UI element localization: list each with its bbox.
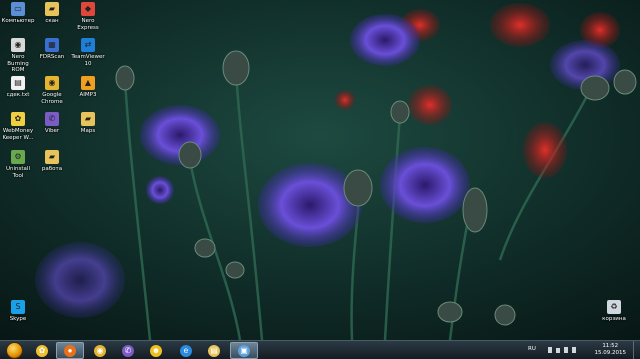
desktop-icon-label: скан <box>45 18 59 24</box>
desktop-icon-fdrscan[interactable]: ▦ FDRScan <box>34 38 70 61</box>
folder-icon: ▰ <box>81 112 95 126</box>
desktop-icon-computer[interactable]: ▭ Компьютер <box>0 2 36 25</box>
desktop-icon-nero-burning-rom[interactable]: ◉ Nero Burning ROM <box>0 38 36 74</box>
desktop-icon-nero-express[interactable]: ◆ Nero Express <box>70 2 106 31</box>
desktop-icon-label: сдек.txt <box>6 92 30 98</box>
volume-icon[interactable] <box>564 347 568 353</box>
webmoney-taskbar-icon: ✿ <box>36 344 48 357</box>
taskbar-button-remote-desktop[interactable]: ▣ <box>230 342 258 359</box>
desktop-icon-uninstall-tool[interactable]: ⚙ Uninstall Tool <box>0 150 36 179</box>
chrome-taskbar-icon: ◉ <box>94 344 106 357</box>
show-desktop-button[interactable] <box>633 341 640 359</box>
internet-explorer-icon: e <box>180 344 192 357</box>
remote-desktop-icon: ▣ <box>238 344 250 357</box>
teamviewer-icon: ⇄ <box>81 38 95 52</box>
desktop-icon-viber[interactable]: ✆ Viber <box>34 112 70 135</box>
system-tray: RU 11:52 15.09.2015 <box>520 341 640 359</box>
nero-burning-rom-icon: ◉ <box>11 38 25 52</box>
language-indicator[interactable]: RU <box>528 346 536 352</box>
viber-taskbar-icon: ✆ <box>122 344 134 357</box>
clock[interactable]: 11:52 15.09.2015 <box>595 343 627 357</box>
firefox-icon: ● <box>64 344 76 357</box>
desktop-icon-aimp[interactable]: ▲ AIMP3 <box>70 76 106 99</box>
taskbar-button-file-explorer[interactable]: ▤ <box>200 342 228 359</box>
desktop-icon-label: Компьютер <box>1 18 35 24</box>
recycle-bin-icon: ♻ <box>607 300 621 314</box>
desktop-icon-chrome[interactable]: ◉ Google Chrome <box>34 76 70 105</box>
desktop-icon-label: Google Chrome <box>41 92 63 105</box>
uninstall-tool-icon: ⚙ <box>11 150 25 164</box>
desktop-icon-label: Maps <box>80 128 96 134</box>
network-icon[interactable] <box>556 348 560 353</box>
desktop-icon-recycle-bin[interactable]: ♻ корзина <box>596 300 632 323</box>
desktop-icon-text-file[interactable]: ▤ сдек.txt <box>0 76 36 99</box>
desktop-icon-label: работа <box>41 166 63 172</box>
desktop-icon-folder[interactable]: ▰ Maps <box>70 112 106 135</box>
desktop-icon-label: TeamViewer 10 <box>71 54 105 67</box>
start-button[interactable] <box>2 341 26 359</box>
nero-express-icon: ◆ <box>81 2 95 16</box>
desktop-icon-webmoney[interactable]: ✿ WebMoney Keeper W... <box>0 112 36 141</box>
desktop-icon-label: Viber <box>44 128 60 134</box>
chrome-icon: ◉ <box>45 76 59 90</box>
desktop-icon-label: WebMoney Keeper W... <box>2 128 34 141</box>
file-explorer-icon: ▤ <box>208 344 220 357</box>
action-center-flag-icon[interactable] <box>572 347 576 353</box>
webmoney-icon: ✿ <box>11 112 25 126</box>
clock-time: 11:52 <box>602 343 619 349</box>
desktop-icon-label: Skype <box>9 316 27 322</box>
desktop-icon-skype[interactable]: S Skype <box>0 300 36 323</box>
taskbar-button-messenger[interactable]: ☻ <box>142 342 170 359</box>
taskbar-button-chrome-taskbar[interactable]: ◉ <box>86 342 114 359</box>
desktop-icon-label: Nero Burning ROM <box>7 54 29 73</box>
desktop-icon-teamviewer[interactable]: ⇄ TeamViewer 10 <box>70 38 106 67</box>
folder-icon: ▰ <box>45 150 59 164</box>
tray-expand-icon[interactable] <box>548 347 552 353</box>
text-file-icon: ▤ <box>11 76 25 90</box>
desktop-icon-label: AIMP3 <box>79 92 97 98</box>
taskbar-button-internet-explorer[interactable]: e <box>172 342 200 359</box>
fdrscan-icon: ▦ <box>45 38 59 52</box>
aimp-icon: ▲ <box>81 76 95 90</box>
messenger-icon: ☻ <box>150 344 162 357</box>
taskbar-button-webmoney-taskbar[interactable]: ✿ <box>28 342 56 359</box>
taskbar: ✿ ● ◉ ✆ ☻ e ▤ ▣ RU 11:52 15.09.2015 <box>0 340 640 359</box>
desktop-icon-folder[interactable]: ▰ скан <box>34 2 70 25</box>
folder-icon: ▰ <box>45 2 59 16</box>
desktop-icon-label: корзина <box>602 316 626 322</box>
desktop-icon-label: Nero Express <box>77 18 99 31</box>
taskbar-button-firefox[interactable]: ● <box>56 342 84 359</box>
desktop-icon-folder[interactable]: ▰ работа <box>34 150 70 173</box>
windows-start-orb-icon <box>5 341 23 359</box>
desktop-icon-label: FDRScan <box>39 54 65 60</box>
computer-icon: ▭ <box>11 2 25 16</box>
skype-icon: S <box>11 300 25 314</box>
taskbar-button-viber-taskbar[interactable]: ✆ <box>114 342 142 359</box>
viber-icon: ✆ <box>45 112 59 126</box>
clock-date: 15.09.2015 <box>594 350 627 356</box>
desktop-icon-label: Uninstall Tool <box>6 166 30 179</box>
